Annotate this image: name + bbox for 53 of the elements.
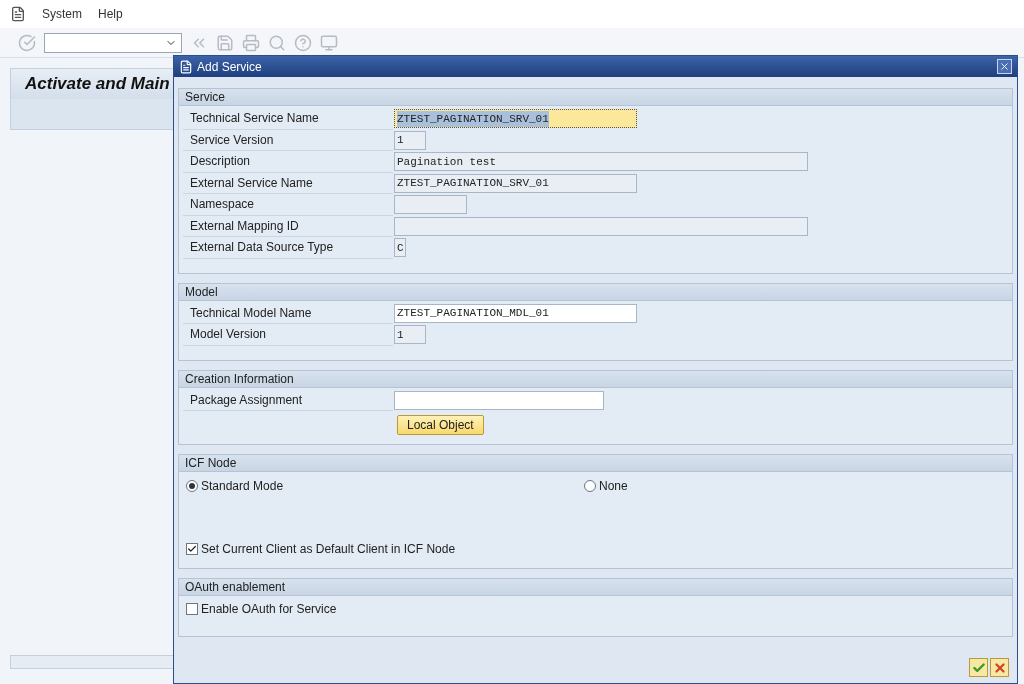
print-icon[interactable] (242, 33, 260, 52)
field-label: Model Version (189, 326, 267, 344)
menu-item[interactable]: Help (98, 5, 123, 23)
radio-button[interactable] (186, 480, 198, 492)
command-field[interactable] (44, 32, 182, 53)
dialog-icon (179, 59, 193, 74)
cross-icon (992, 660, 1007, 675)
search-icon[interactable] (268, 33, 286, 52)
field-label: External Service Name (189, 174, 313, 192)
menu-item[interactable]: System (42, 5, 82, 23)
section-title: ICF Node (185, 455, 237, 472)
section-title: Service (185, 89, 225, 106)
input-field[interactable]: 1 (394, 130, 426, 150)
cancel-button[interactable] (990, 658, 1009, 677)
section-title: Creation Information (185, 370, 294, 388)
section-title: OAuth enablement (185, 579, 286, 596)
page-title: Activate and Main (25, 73, 170, 96)
input-field[interactable]: ZTEST_PAGINATION_SRV_01 (394, 109, 637, 129)
radio-label: Standard Mode (201, 478, 284, 495)
field-label: Service Version (189, 131, 274, 149)
close-button[interactable] (997, 59, 1012, 74)
field-label: External Data Source Type (189, 239, 334, 257)
input-field[interactable] (394, 390, 604, 410)
input-field[interactable]: C (394, 238, 406, 258)
dialog-title: Add Service (197, 58, 262, 76)
local-object-button[interactable]: Local Object (397, 415, 484, 435)
input-field[interactable]: Pagination test (394, 152, 808, 172)
radio-button[interactable] (584, 480, 596, 492)
menu-icon[interactable] (10, 6, 26, 22)
help-icon[interactable] (294, 33, 312, 52)
field-label: Namespace (189, 196, 255, 214)
input-field[interactable] (394, 195, 467, 215)
close-icon (999, 61, 1010, 72)
field-label: Description (189, 153, 251, 171)
field-label: Package Assignment (189, 391, 303, 409)
radio-label: None (599, 478, 628, 495)
input-field[interactable]: ZTEST_PAGINATION_SRV_01 (394, 173, 637, 193)
input-field[interactable]: 1 (394, 325, 426, 345)
checkbox-label: Set Current Client as Default Client in ICF Node (201, 541, 456, 558)
field-label: Technical Model Name (189, 304, 312, 322)
checkbox[interactable] (186, 543, 198, 555)
confirm-button[interactable] (969, 658, 988, 677)
monitor-icon[interactable] (320, 33, 338, 52)
input-field[interactable]: ZTEST_PAGINATION_MDL_01 (394, 303, 637, 323)
field-label: Technical Service Name (189, 110, 319, 128)
save-icon[interactable] (216, 33, 234, 52)
field-label: External Mapping ID (189, 217, 299, 235)
input-field[interactable] (394, 216, 808, 236)
checkmark-icon (971, 660, 986, 675)
checkbox[interactable] (186, 603, 198, 615)
enter-icon[interactable] (18, 33, 36, 52)
checkbox-label: Enable OAuth for Service (201, 601, 337, 618)
section-title: Model (185, 283, 218, 301)
